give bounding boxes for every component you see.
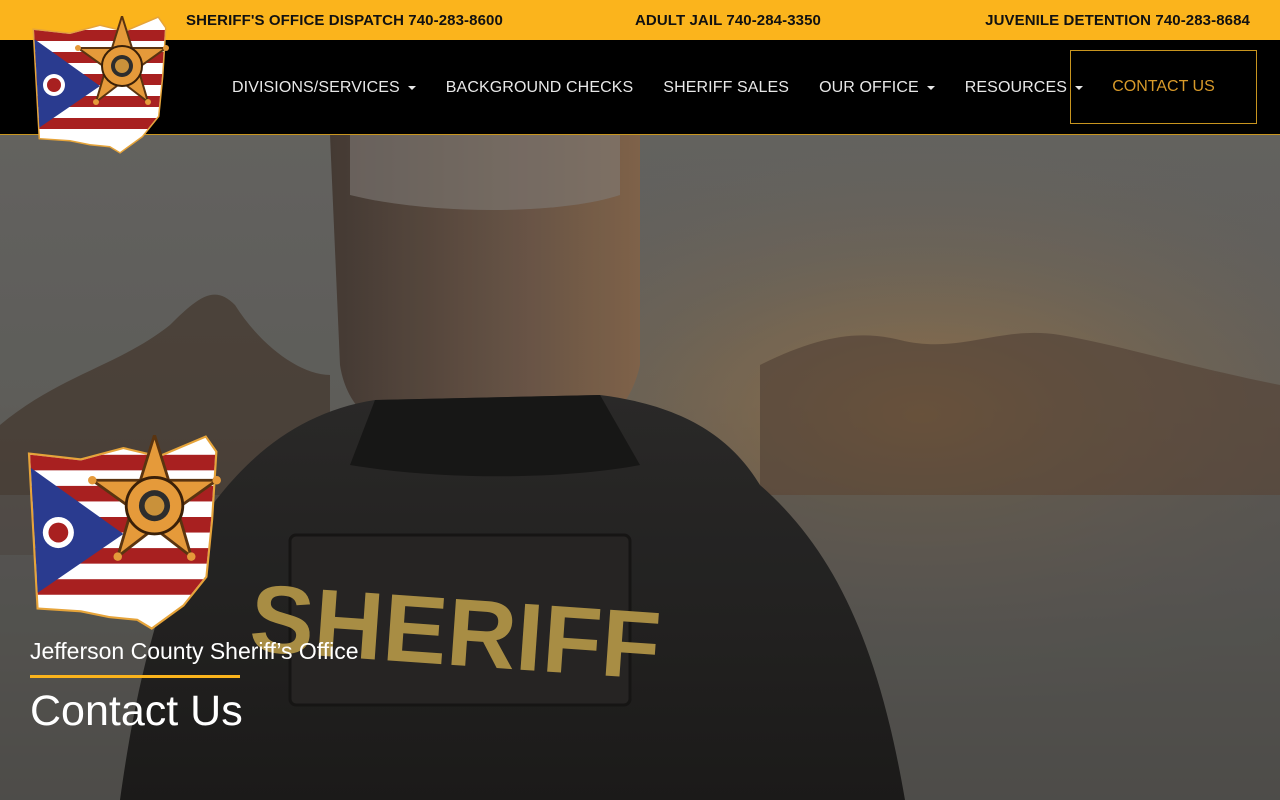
- ohio-sheriffs-association-logo-icon: [27, 430, 222, 630]
- main-navbar: DIVISIONS/SERVICES BACKGROUND CHECKS SHE…: [0, 40, 1280, 135]
- hero-subtitle: Jefferson County Sheriff’s Office: [30, 638, 359, 664]
- nav-item-resources[interactable]: RESOURCES: [964, 78, 1084, 97]
- hero-divider: [30, 675, 240, 678]
- nav-menu: DIVISIONS/SERVICES BACKGROUND CHECKS SHE…: [232, 40, 1113, 135]
- nav-item-sheriff-sales[interactable]: SHERIFF SALES: [663, 79, 789, 97]
- juvenile-detention-phone-link[interactable]: JUVENILE DETENTION 740-283-8684: [985, 12, 1250, 29]
- site-logo[interactable]: [30, 12, 185, 161]
- chevron-down-icon: [926, 85, 935, 90]
- nav-item-label: DIVISIONS/SERVICES: [232, 78, 400, 96]
- contact-us-button[interactable]: CONTACT US: [1070, 50, 1257, 124]
- nav-item-divisions-services[interactable]: DIVISIONS/SERVICES: [232, 79, 416, 97]
- chevron-down-icon: [407, 85, 416, 90]
- hero-banner: SHERIFF Jefferson County Sheriff’s Offic…: [0, 135, 1280, 800]
- page-title: Contact Us: [30, 687, 243, 735]
- ohio-sheriffs-association-logo-icon: [32, 12, 170, 154]
- hero-association-logo: [24, 430, 244, 640]
- nav-item-our-office[interactable]: OUR OFFICE: [819, 79, 935, 97]
- nav-item-label: SHERIFF SALES: [663, 78, 790, 96]
- dispatch-phone-link[interactable]: SHERIFF'S OFFICE DISPATCH 740-283-8600: [186, 12, 503, 29]
- nav-item-label: BACKGROUND CHECKS: [445, 78, 634, 96]
- nav-item-label: RESOURCES: [964, 78, 1068, 96]
- nav-item-background-checks[interactable]: BACKGROUND CHECKS: [446, 79, 634, 97]
- top-contact-bar: SHERIFF'S OFFICE DISPATCH 740-283-8600 A…: [0, 0, 1280, 40]
- nav-item-label: OUR OFFICE: [819, 78, 919, 96]
- adult-jail-phone-link[interactable]: ADULT JAIL 740-284-3350: [635, 12, 821, 29]
